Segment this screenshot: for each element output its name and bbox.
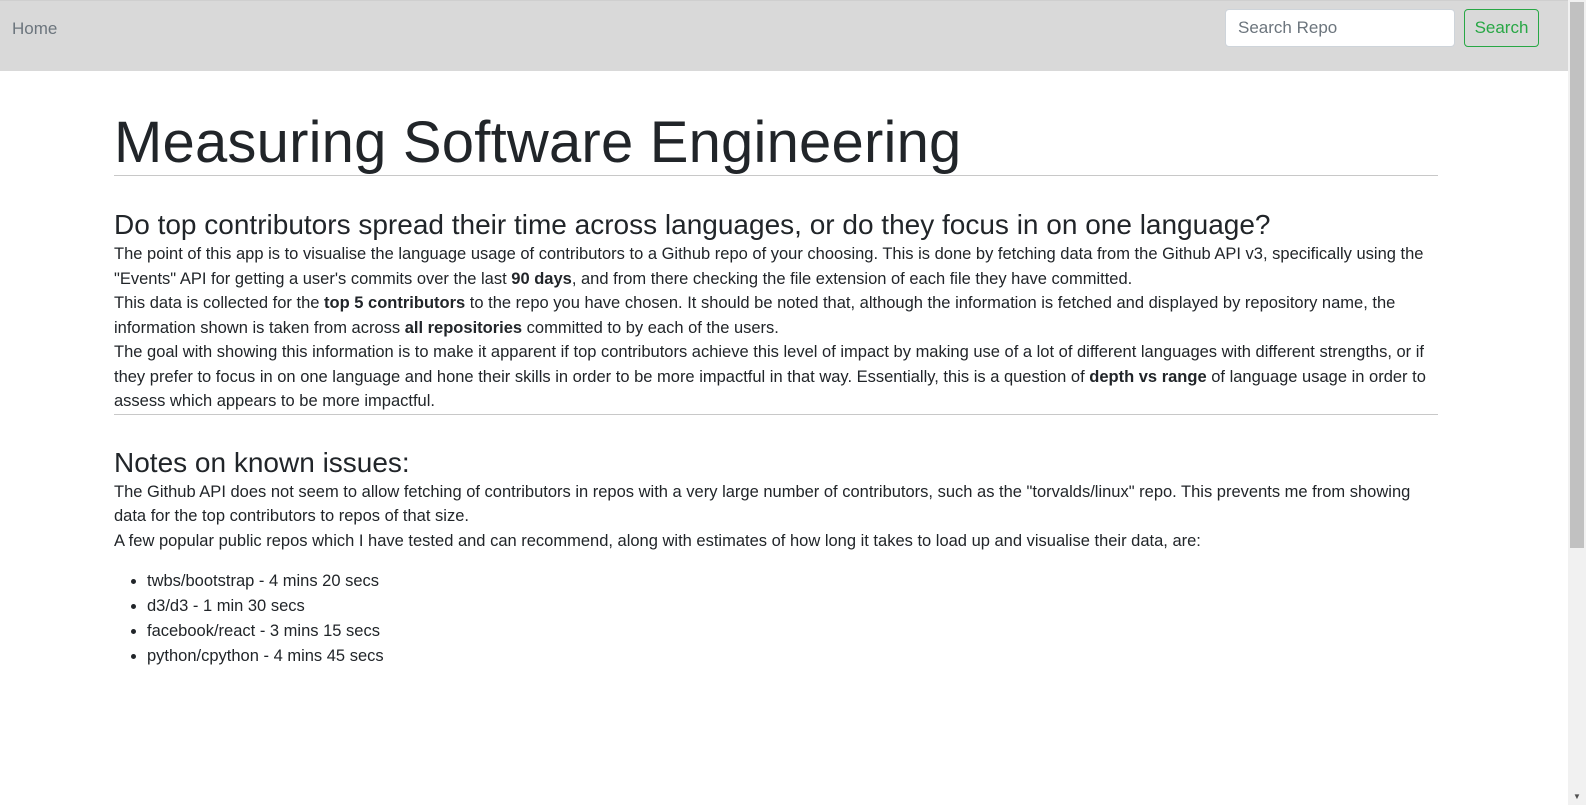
intro-bold-days: 90 days bbox=[511, 269, 572, 288]
goal-paragraph: The goal with showing this information i… bbox=[114, 340, 1438, 414]
goal-bold-depth-range: depth vs range bbox=[1089, 367, 1207, 386]
list-item: facebook/react - 3 mins 15 secs bbox=[147, 619, 1438, 644]
page-title: Measuring Software Engineering bbox=[114, 110, 962, 175]
question-heading: Do top contributors spread their time ac… bbox=[114, 209, 1271, 240]
section-divider bbox=[114, 413, 1438, 415]
search-input[interactable] bbox=[1225, 9, 1455, 47]
issue-paragraph: The Github API does not seem to allow fe… bbox=[114, 482, 1411, 526]
intro-text-5: committed to by each of the users. bbox=[522, 318, 779, 337]
list-item: python/cpython - 4 mins 45 secs bbox=[147, 644, 1438, 669]
list-item: d3/d3 - 1 min 30 secs bbox=[147, 594, 1438, 619]
nav-home-link[interactable]: Home bbox=[12, 18, 57, 40]
intro-text-3: This data is collected for the bbox=[114, 294, 325, 312]
repos-intro-paragraph: A few popular public repos which I have … bbox=[114, 531, 1201, 550]
scrollbar-thumb[interactable] bbox=[1570, 2, 1584, 548]
intro-bold-repositories: all repositories bbox=[404, 318, 523, 337]
main-content: Measuring Software Engineering Do top co… bbox=[114, 71, 1438, 669]
search-button[interactable]: Search bbox=[1464, 9, 1539, 47]
vertical-scrollbar[interactable]: ▲ ▼ bbox=[1568, 0, 1586, 805]
repo-list: twbs/bootstrap - 4 mins 20 secs d3/d3 - … bbox=[114, 569, 1438, 669]
scroll-down-icon[interactable]: ▼ bbox=[1568, 788, 1586, 805]
intro-paragraph: The point of this app is to visualise th… bbox=[114, 242, 1438, 340]
title-divider bbox=[114, 175, 1438, 176]
navbar: Home Search bbox=[0, 0, 1568, 71]
intro-bold-contributors: top 5 contributors bbox=[324, 294, 466, 312]
list-item: twbs/bootstrap - 4 mins 20 secs bbox=[147, 569, 1438, 594]
issues-heading: Notes on known issues: bbox=[114, 446, 410, 478]
intro-text-2: , and from there checking the file exten… bbox=[571, 269, 1133, 288]
page: Home Search Measuring Software Engineeri… bbox=[0, 0, 1586, 805]
